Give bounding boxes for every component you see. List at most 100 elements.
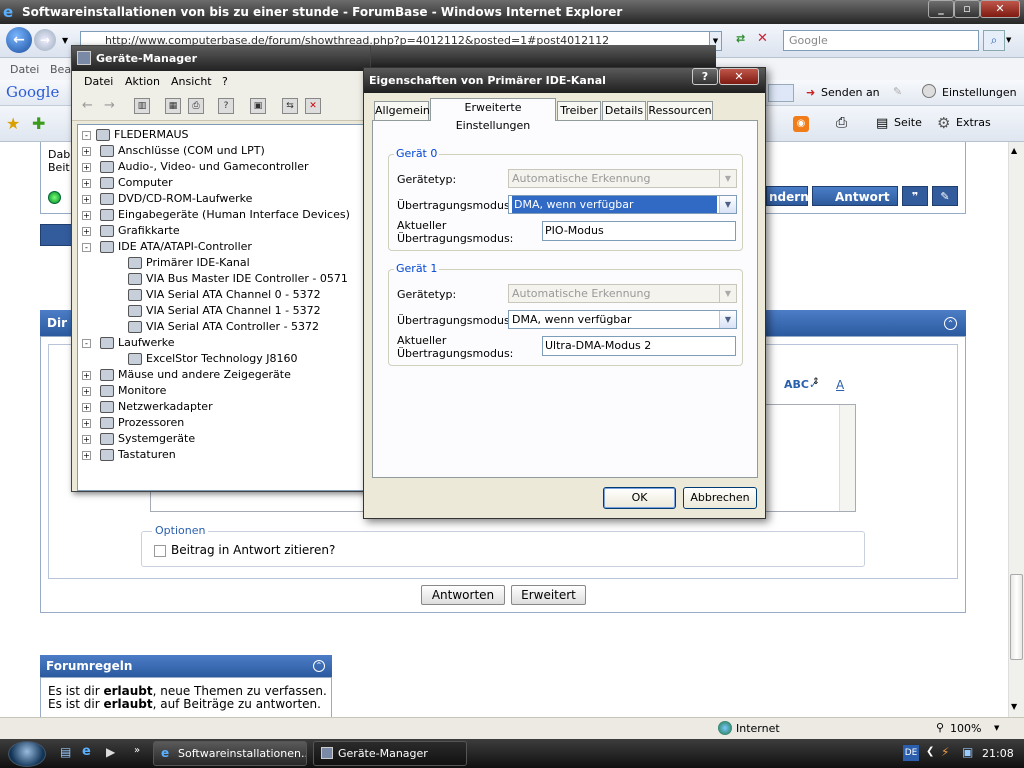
spellcheck-icon[interactable]: ABC✓ [784,378,818,396]
tree-item[interactable]: VIA Serial ATA Channel 1 - 5372 [128,303,321,319]
tree-item[interactable]: - Laufwerke [82,335,175,351]
collapse-icon[interactable]: - [82,243,91,252]
tree-item[interactable]: VIA Serial ATA Channel 0 - 5372 [128,287,321,303]
tray-safely-remove-icon[interactable]: ⚡ [941,745,949,759]
aendern-button[interactable]: ndern [766,186,809,206]
update-driver-icon[interactable]: ⇆ [282,98,298,114]
tree-item[interactable]: + Mäuse und andere Zeigegeräte [82,367,291,383]
zoom-level[interactable]: 100% [950,722,981,735]
tree-item[interactable]: VIA Serial ATA Controller - 5372 [128,319,319,335]
close-button[interactable]: ✕ [980,0,1020,18]
expand-icon[interactable]: + [82,179,91,188]
quicklaunch-more-icon[interactable]: » [134,745,140,756]
tree-item[interactable]: + Prozessoren [82,415,184,431]
tree-item[interactable]: - FLEDERMAUS [82,127,189,143]
expand-icon[interactable]: + [82,227,91,236]
tab-allgemein[interactable]: Allgemein [374,101,430,120]
expand-icon[interactable]: + [82,211,91,220]
show-desktop-icon[interactable]: ▤ [60,745,71,759]
expand-icon[interactable]: + [82,403,91,412]
print-icon[interactable]: ⎙ [836,115,847,131]
stop-icon[interactable]: ✕ [757,31,773,47]
tree-item[interactable]: + DVD/CD-ROM-Laufwerke [82,191,252,207]
scroll-up-icon[interactable]: ▲ [1011,146,1017,155]
pen-icon[interactable]: ✎ [893,85,902,98]
uninstall-icon[interactable]: ✕ [305,98,321,114]
google-search-partial[interactable] [768,84,794,102]
font-icon[interactable]: A [836,378,854,396]
extras-menu[interactable]: Extras [956,116,991,129]
scroll-down-icon[interactable]: ▼ [1011,702,1017,711]
expand-icon[interactable]: + [82,163,91,172]
console-tree-icon[interactable]: ▥ [134,98,150,114]
tree-item[interactable]: + Tastaturen [82,447,176,463]
ok-button[interactable]: OK [603,487,676,509]
device0-mode-select[interactable]: DMA, wenn verfügbar ▼ [508,195,737,214]
search-input[interactable]: Google [783,30,979,51]
senden-an-button[interactable]: Senden an [821,86,880,99]
collapse-icon[interactable]: - [82,131,91,140]
search-dropdown-icon[interactable]: ▼ [1006,30,1018,51]
antwort-button[interactable]: Antwort [812,186,898,206]
dialog-close-button[interactable]: ✕ [719,68,759,85]
dm-menu-aktion[interactable]: Aktion [125,75,160,88]
tree-item[interactable]: + Anschlüsse (COM und LPT) [82,143,265,159]
collapse-icon[interactable]: - [82,339,91,348]
menu-datei[interactable]: Datei [10,63,39,76]
tree-item[interactable]: - IDE ATA/ATAPI-Controller [82,239,252,255]
dm-menu-help[interactable]: ? [222,75,228,88]
tab-details[interactable]: Details [602,101,646,120]
tree-item[interactable]: + Monitore [82,383,166,399]
quicklaunch-media-icon[interactable]: ▶ [106,745,115,759]
quicklaunch-ie-icon[interactable]: e [82,744,91,759]
search-icon[interactable]: ⌕ [983,30,1005,51]
quote-checkbox[interactable] [154,545,166,557]
dialog-help-button[interactable]: ? [692,68,718,85]
task-device-manager[interactable]: Geräte-Manager [313,741,467,766]
tree-item[interactable]: + Systemgeräte [82,431,195,447]
expand-icon[interactable]: + [82,387,91,396]
antworten-button[interactable]: Antworten [421,585,505,605]
device1-mode-select[interactable]: DMA, wenn verfügbar ▼ [508,310,737,329]
minimize-button[interactable]: _ [928,0,954,18]
dm-back-icon[interactable]: ← [82,98,93,113]
cancel-button[interactable]: Abbrechen [683,487,757,509]
favorites-star-icon[interactable]: ★ [6,114,20,133]
dm-forward-icon[interactable]: → [104,98,115,113]
language-indicator[interactable]: DE [903,745,919,761]
task-ie[interactable]: Softwareinstallationen... [153,741,307,766]
dm-print-icon[interactable]: ⎙ [188,98,204,114]
menu-bearbeiten[interactable]: Bea [50,63,71,76]
scan-hardware-icon[interactable]: ▣ [250,98,266,114]
expand-icon[interactable]: + [82,371,91,380]
forward-icon[interactable]: → [34,29,56,51]
refresh-icon[interactable]: ⇄ [736,32,750,46]
forumregeln-collapse-icon[interactable]: ⌃ [313,660,325,672]
tab-treiber[interactable]: Treiber [557,101,601,120]
tree-item[interactable]: Primärer IDE-Kanal [128,255,250,271]
tree-item[interactable]: + Grafikkarte [82,223,180,239]
rss-icon[interactable]: ◉ [793,116,809,132]
tab-erweiterte-einstellungen[interactable]: Erweiterte Einstellungen [430,98,556,132]
device1-type-select[interactable]: Automatische Erkennung ▼ [508,284,737,303]
expand-icon[interactable]: + [82,195,91,204]
nav-dropdown-icon[interactable]: ▼ [62,36,68,45]
seite-menu[interactable]: Seite [894,116,922,129]
tree-item[interactable]: VIA Bus Master IDE Controller - 0571 [128,271,348,287]
device0-type-select[interactable]: Automatische Erkennung ▼ [508,169,737,188]
device-tree[interactable]: - FLEDERMAUS + Anschlüsse (COM und LPT) + Aud… [77,124,369,491]
tree-item[interactable]: + Eingabegeräte (Human Interface Devices) [82,207,350,223]
expand-icon[interactable]: + [82,451,91,460]
tree-item[interactable]: + Netzwerkadapter [82,399,213,415]
page-scrollbar[interactable]: ▲ ▼ [1008,142,1024,717]
expand-icon[interactable]: + [82,435,91,444]
zoom-dropdown-icon[interactable]: ▼ [994,724,999,732]
resize-icon[interactable]: ⇕ [812,378,822,396]
dm-menu-ansicht[interactable]: Ansicht [171,75,212,88]
help-icon[interactable]: ? [218,98,234,114]
tray-network-icon[interactable]: ▣ [962,745,973,759]
tree-item[interactable]: + Computer [82,175,173,191]
einstellungen-button[interactable]: Einstellungen [942,86,1017,99]
start-button[interactable] [8,741,46,767]
textarea-scrollbar[interactable] [839,405,855,511]
